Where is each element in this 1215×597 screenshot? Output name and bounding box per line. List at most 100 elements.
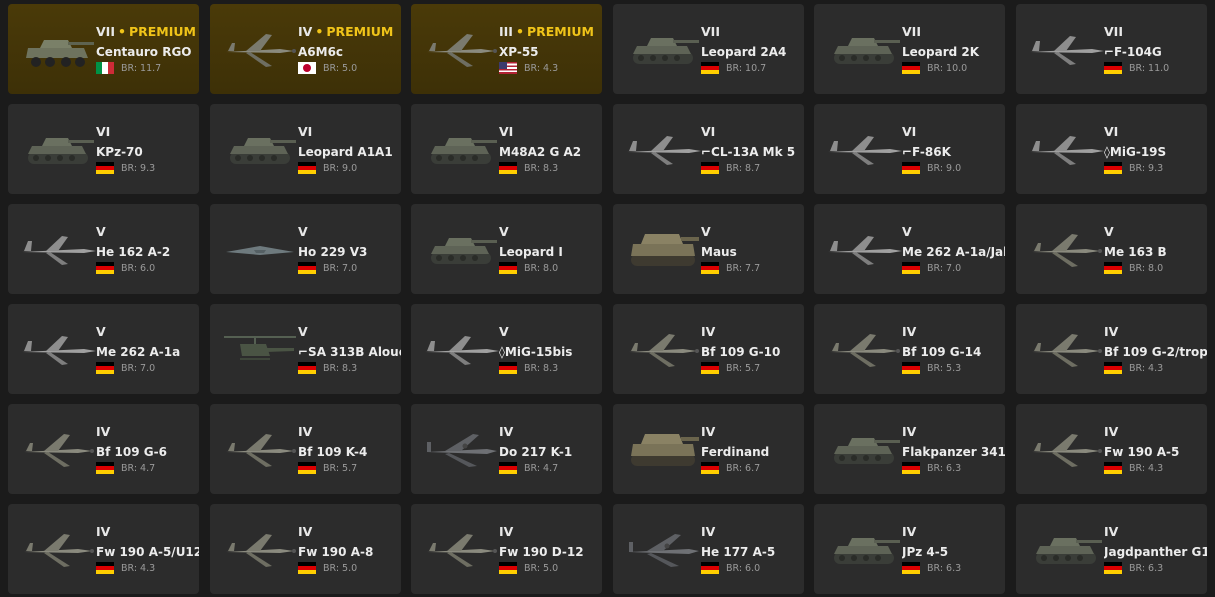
vehicle-tier: VII [902, 24, 921, 39]
battle-rating: BR: 7.7 [726, 262, 761, 274]
battle-rating: BR: 5.0 [323, 562, 358, 574]
vehicle-tier: V [902, 224, 912, 239]
vehicle-card[interactable]: IV Fw 190 A-5/U12 BR: 4.3 [8, 504, 199, 594]
vehicle-card[interactable]: IV Fw 190 D-12 BR: 5.0 [411, 504, 602, 594]
vehicle-card[interactable]: IV Jagdpanther G1 BR: 6.3 [1016, 504, 1207, 594]
vehicle-jet-icon [18, 222, 98, 274]
vehicle-tier: V [298, 324, 308, 339]
vehicle-card[interactable]: VI M48A2 G A2 BR: 8.3 [411, 104, 602, 194]
vehicle-name: Bf 109 G-10 [701, 345, 781, 359]
battle-rating: BR: 6.0 [726, 562, 761, 574]
vehicle-name: Ho 229 V3 [298, 245, 368, 259]
vehicle-info: VII ⌐F-104G BR: 11.0 [1104, 24, 1207, 75]
vehicle-card[interactable]: VII • PREMIUM Centauro RGO BR: 11.7 [8, 4, 199, 94]
vehicle-card[interactable]: IV Ferdinand BR: 6.7 [613, 404, 804, 494]
vehicle-tier-line: V [298, 224, 401, 240]
nation-flag-icon [902, 462, 920, 474]
nation-flag-icon [701, 362, 719, 374]
vehicle-card[interactable]: IV He 177 A-5 BR: 6.0 [613, 504, 804, 594]
vehicle-br-line: BR: 8.3 [499, 361, 602, 375]
vehicle-bomber-icon [421, 422, 501, 474]
vehicle-card[interactable]: VII Leopard 2A4 BR: 10.7 [613, 4, 804, 94]
vehicle-tank-icon [421, 222, 501, 274]
vehicle-tier: IV [701, 324, 716, 339]
nation-flag-icon [701, 62, 719, 74]
battle-rating: BR: 8.3 [524, 362, 559, 374]
vehicle-card[interactable]: V Maus BR: 7.7 [613, 204, 804, 294]
vehicle-tier: VII [96, 24, 115, 39]
vehicle-card[interactable]: IV Fw 190 A-5 BR: 4.3 [1016, 404, 1207, 494]
nation-flag-icon [1104, 262, 1122, 274]
vehicle-name: A6M6c [298, 45, 344, 59]
vehicle-card[interactable]: V ◊MiG-15bis BR: 8.3 [411, 304, 602, 394]
vehicle-tier: IV [701, 424, 716, 439]
vehicle-card[interactable]: IV Bf 109 G-14 BR: 5.3 [814, 304, 1005, 394]
battle-rating: BR: 6.3 [927, 562, 962, 574]
vehicle-br-line: BR: 6.3 [1104, 561, 1207, 575]
vehicle-info: IV Fw 190 D-12 BR: 5.0 [499, 524, 602, 575]
vehicle-tier-line: IV • PREMIUM [298, 24, 401, 40]
vehicle-card[interactable]: IV Bf 109 G-10 BR: 5.7 [613, 304, 804, 394]
vehicle-br-line: BR: 5.7 [298, 461, 401, 475]
vehicle-name: Jagdpanther G1 [1104, 545, 1207, 559]
battle-rating: BR: 4.3 [121, 562, 156, 574]
vehicle-plane-icon [1026, 322, 1106, 374]
vehicle-plane-icon [18, 422, 98, 474]
vehicle-card[interactable]: IV Do 217 K-1 BR: 4.7 [411, 404, 602, 494]
vehicle-card[interactable]: VI Leopard A1A1 BR: 9.0 [210, 104, 401, 194]
battle-rating: BR: 9.0 [927, 162, 962, 174]
vehicle-tank-icon [824, 522, 904, 574]
battle-rating: BR: 5.0 [524, 562, 559, 574]
vehicle-tank-icon [220, 122, 300, 174]
vehicle-card[interactable]: III • PREMIUM XP-55 BR: 4.3 [411, 4, 602, 94]
vehicle-info: VI ◊MiG-19S BR: 9.3 [1104, 124, 1207, 175]
nation-flag-icon [298, 262, 316, 274]
vehicle-card[interactable]: IV Bf 109 K-4 BR: 5.7 [210, 404, 401, 494]
vehicle-card[interactable]: VII ⌐F-104G BR: 11.0 [1016, 4, 1207, 94]
nation-flag-icon [96, 362, 114, 374]
vehicle-info: IV JPz 4-5 BR: 6.3 [902, 524, 1005, 575]
vehicle-name: ⌐SA 313B Alouette [298, 345, 401, 359]
vehicle-tier-line: IV [902, 324, 1005, 340]
vehicle-name: ⌐CL-13A Mk 5 [701, 145, 796, 159]
vehicle-tier: V [499, 324, 509, 339]
vehicle-info: VI ⌐CL-13A Mk 5 BR: 8.7 [701, 124, 804, 175]
vehicle-card[interactable]: IV Bf 109 G-2/trop BR: 4.3 [1016, 304, 1207, 394]
vehicle-card[interactable]: IV Flakpanzer 341 BR: 6.3 [814, 404, 1005, 494]
vehicle-name: Bf 109 G-14 [902, 345, 982, 359]
vehicle-card[interactable]: VI ⌐F-86K BR: 9.0 [814, 104, 1005, 194]
vehicle-tier: V [96, 324, 106, 339]
vehicle-tier: IV [96, 524, 111, 539]
vehicle-card[interactable]: IV Fw 190 A-8 BR: 5.0 [210, 504, 401, 594]
vehicle-card[interactable]: V Ho 229 V3 BR: 7.0 [210, 204, 401, 294]
battle-rating: BR: 7.0 [323, 262, 358, 274]
vehicle-tier: V [499, 224, 509, 239]
vehicle-tank-icon [1026, 522, 1106, 574]
vehicle-info: IV Ferdinand BR: 6.7 [701, 424, 804, 475]
vehicle-br-line: BR: 5.7 [701, 361, 804, 375]
vehicle-card[interactable]: V Me 163 B BR: 8.0 [1016, 204, 1207, 294]
vehicle-tier: VI [1104, 124, 1119, 139]
vehicle-card[interactable]: VI ⌐CL-13A Mk 5 BR: 8.7 [613, 104, 804, 194]
vehicle-card[interactable]: V ⌐SA 313B Alouette BR: 8.3 [210, 304, 401, 394]
vehicle-tier: VII [1104, 24, 1123, 39]
vehicle-card[interactable]: V Me 262 A-1a/Jabo BR: 7.0 [814, 204, 1005, 294]
vehicle-card[interactable]: V He 162 A-2 BR: 6.0 [8, 204, 199, 294]
vehicle-br-line: BR: 8.3 [499, 161, 602, 175]
vehicle-card[interactable]: VII Leopard 2K BR: 10.0 [814, 4, 1005, 94]
vehicle-card[interactable]: V Leopard I BR: 8.0 [411, 204, 602, 294]
vehicle-tier: IV [298, 424, 313, 439]
vehicle-card[interactable]: IV Bf 109 G-6 BR: 4.7 [8, 404, 199, 494]
battle-rating: BR: 7.0 [121, 362, 156, 374]
vehicle-name: Maus [701, 245, 737, 259]
vehicle-card[interactable]: VI ◊MiG-19S BR: 9.3 [1016, 104, 1207, 194]
vehicle-card[interactable]: V Me 262 A-1a BR: 7.0 [8, 304, 199, 394]
vehicle-card[interactable]: IV • PREMIUM A6M6c BR: 5.0 [210, 4, 401, 94]
vehicle-jet-icon [421, 322, 501, 374]
vehicle-card[interactable]: IV JPz 4-5 BR: 6.3 [814, 504, 1005, 594]
vehicle-card[interactable]: VI KPz-70 BR: 9.3 [8, 104, 199, 194]
vehicle-tier: IV [298, 24, 313, 39]
vehicle-br-line: BR: 9.0 [298, 161, 401, 175]
battle-rating: BR: 8.3 [323, 362, 358, 374]
battle-rating: BR: 5.3 [927, 362, 962, 374]
